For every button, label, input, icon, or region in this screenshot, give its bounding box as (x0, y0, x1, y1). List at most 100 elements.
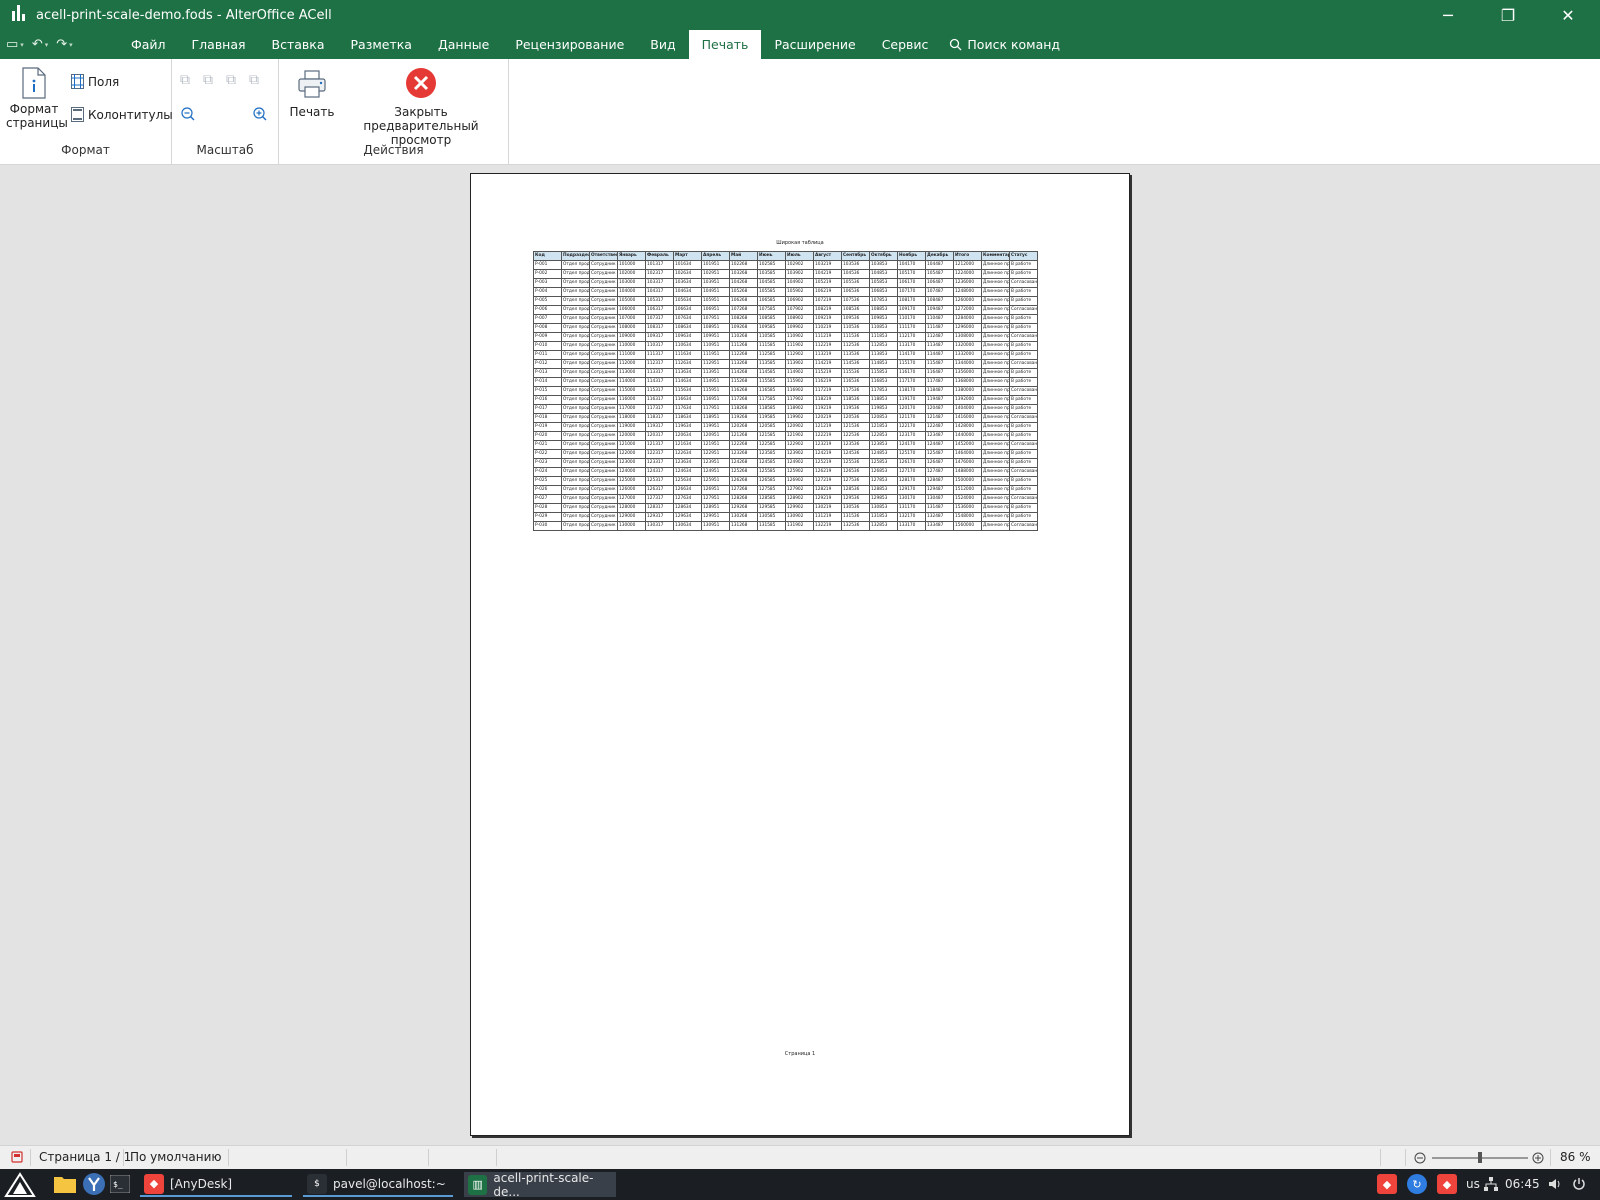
zoom-out-icon[interactable] (181, 107, 195, 121)
table-cell: 1500000 (953, 476, 982, 486)
table-cell: 114170 (897, 350, 926, 360)
table-cell: Р-010 (533, 341, 562, 351)
table-cell: 126585 (757, 476, 786, 486)
table-cell: 105951 (701, 296, 730, 306)
table-row: Р-023Отдел продажСотрудник12300012331712… (533, 458, 1038, 468)
command-search[interactable]: Поиск команд (941, 37, 1060, 52)
redo-icon[interactable]: ↷ (56, 37, 67, 52)
table-cell: Отдел продаж (561, 377, 590, 387)
keyboard-layout[interactable]: us (1466, 1177, 1480, 1191)
quick-access-toolbar: ▭ ▾ ↶ ▾ ↷ ▾ (0, 37, 118, 52)
table-cell: 103219 (813, 260, 842, 270)
table-cell: 109853 (869, 314, 898, 324)
undo-dropdown-icon[interactable]: ▾ (45, 41, 49, 49)
taskbar-item-terminal[interactable]: $ pavel@localhost:~ (303, 1172, 453, 1197)
table-cell: 122536 (841, 431, 870, 441)
table-cell: 108000 (617, 323, 646, 333)
table-cell: 128317 (645, 503, 674, 513)
terminal-icon[interactable]: $_ (110, 1175, 130, 1193)
table-cell: Сотрудник (589, 440, 618, 450)
table-cell: 129853 (869, 494, 898, 504)
table-cell: 105487 (925, 269, 954, 279)
page-format-button[interactable]: Формат страницы (6, 67, 68, 130)
minimize-button[interactable]: ─ (1424, 0, 1472, 30)
table-cell: В работе (1009, 269, 1038, 279)
table-cell: 102317 (645, 269, 674, 279)
anydesk-tray-icon-2[interactable]: ◆ (1437, 1174, 1457, 1194)
network-icon[interactable] (1484, 1177, 1498, 1191)
redo-dropdown-icon[interactable]: ▾ (69, 41, 73, 49)
table-cell: 107585 (757, 305, 786, 315)
table-cell: 116317 (645, 395, 674, 405)
table-cell: 129634 (673, 512, 702, 522)
table-cell: 129902 (785, 503, 814, 513)
zoom-out-status-icon[interactable] (1414, 1152, 1426, 1164)
undo-icon[interactable]: ↶ (32, 37, 43, 52)
menu-layout[interactable]: Разметка (338, 30, 425, 59)
anydesk-tray-icon[interactable]: ◆ (1377, 1174, 1397, 1194)
zoom-slider-thumb[interactable] (1478, 1152, 1482, 1163)
table-cell: 121317 (645, 440, 674, 450)
taskbar-item-anydesk[interactable]: ◆ [AnyDesk] (140, 1172, 292, 1197)
print-button[interactable]: Печать (289, 69, 335, 119)
menu-data[interactable]: Данные (425, 30, 502, 59)
table-cell: 129487 (925, 485, 954, 495)
table-row: Р-012Отдел продажСотрудник11200011231711… (533, 359, 1038, 369)
sync-tray-icon[interactable]: ↻ (1407, 1174, 1427, 1194)
menu-review[interactable]: Рецензирование (502, 30, 637, 59)
table-cell: 132853 (869, 521, 898, 531)
table-cell: 127853 (869, 476, 898, 486)
menu-home[interactable]: Главная (179, 30, 259, 59)
taskbar-item-acell[interactable]: ▥ acell-print-scale-de... (464, 1171, 616, 1199)
table-cell: 115585 (757, 377, 786, 387)
file-manager-icon[interactable] (53, 1174, 77, 1194)
headers-footers-button[interactable]: Колонтитулы (71, 107, 173, 122)
table-row: Р-016Отдел продажСотрудник11600011631711… (533, 395, 1038, 405)
table-cell: 131902 (785, 521, 814, 531)
zoom-in-status-icon[interactable] (1532, 1152, 1544, 1164)
table-cell: Сотрудник (589, 458, 618, 468)
table-cell: 115536 (841, 368, 870, 378)
table-cell: Отдел продаж (561, 458, 590, 468)
table-cell: 107951 (701, 314, 730, 324)
menu-extensions[interactable]: Расширение (761, 30, 868, 59)
save-dropdown-icon[interactable]: ▾ (20, 41, 24, 49)
zoom-in-icon[interactable] (253, 107, 267, 121)
table-cell: Длинное примечание (981, 341, 1010, 351)
table-cell: 120268 (729, 422, 758, 432)
table-cell: 125487 (925, 449, 954, 459)
menu-service[interactable]: Сервис (869, 30, 942, 59)
zoom-percent[interactable]: 86 % (1560, 1150, 1591, 1164)
table-cell: 125585 (757, 467, 786, 477)
menu-file[interactable]: Файл (118, 30, 179, 59)
close-button[interactable]: ✕ (1544, 0, 1592, 30)
menu-view[interactable]: Вид (637, 30, 688, 59)
table-cell: Отдел продаж (561, 449, 590, 459)
power-icon[interactable] (1572, 1177, 1586, 1191)
table-cell: 131585 (757, 521, 786, 531)
table-cell: 126536 (841, 467, 870, 477)
volume-icon[interactable] (1548, 1177, 1562, 1191)
menu-insert[interactable]: Вставка (259, 30, 338, 59)
table-cell: 112634 (673, 359, 702, 369)
table-cell: Сотрудник (589, 521, 618, 531)
page-style[interactable]: По умолчанию (130, 1150, 222, 1164)
fields-button[interactable]: Поля (71, 74, 119, 89)
maximize-button[interactable]: ❐ (1484, 0, 1532, 30)
browser-icon[interactable] (82, 1172, 106, 1196)
close-preview-button[interactable]: Закрыть предварительный просмотр (341, 67, 501, 147)
table-cell: Отдел продаж (561, 260, 590, 270)
table-header-cell: Июнь (757, 251, 786, 261)
save-icon[interactable]: ▭ (6, 37, 18, 52)
menu-print[interactable]: Печать (688, 30, 762, 59)
taskbar-terminal-label: pavel@localhost:~ (333, 1176, 446, 1191)
table-cell: Отдел продаж (561, 305, 590, 315)
start-menu-icon[interactable] (4, 1172, 36, 1198)
table-row: Р-024Отдел продажСотрудник12400012431712… (533, 467, 1038, 477)
next-page-icon: ⧉ (226, 72, 236, 88)
table-cell: 105317 (645, 296, 674, 306)
table-header-cell: Ответственный (589, 251, 618, 261)
table-cell: 121536 (841, 422, 870, 432)
search-icon (950, 38, 962, 51)
close-icon: ✕ (1561, 5, 1575, 25)
